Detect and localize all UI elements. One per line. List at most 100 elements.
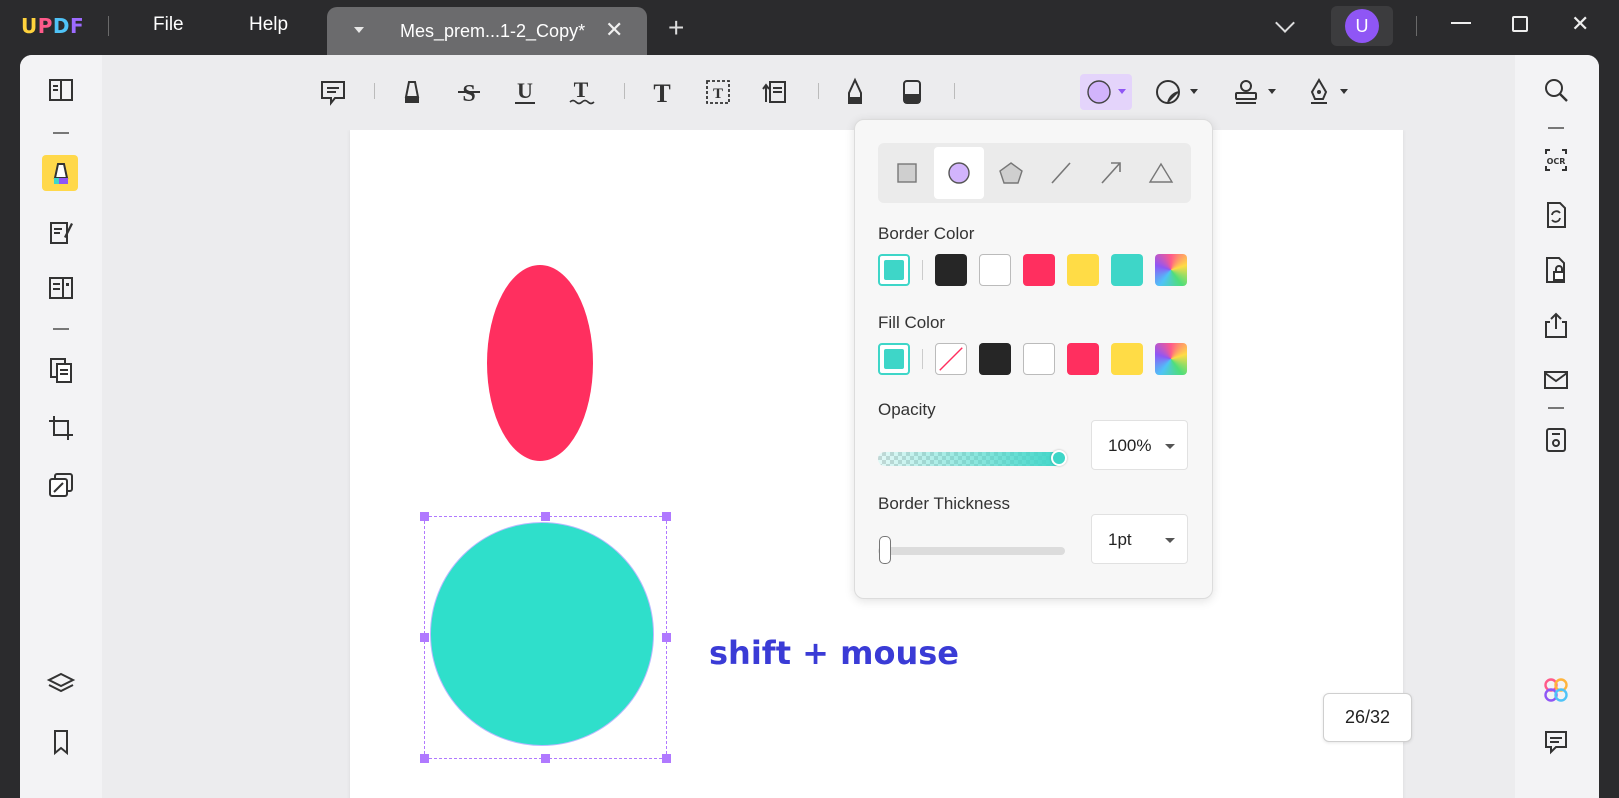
border-color-black[interactable]	[935, 254, 967, 286]
signature-icon[interactable]	[1302, 75, 1336, 109]
border-color-red[interactable]	[1023, 254, 1055, 286]
fill-color-custom[interactable]	[1155, 343, 1187, 375]
border-thickness-slider[interactable]	[878, 547, 1065, 555]
fill-color-black[interactable]	[979, 343, 1011, 375]
reader-icon[interactable]	[44, 73, 78, 107]
polygon-shape-option[interactable]	[986, 147, 1036, 199]
selection-box[interactable]	[424, 516, 667, 759]
line-shape-option[interactable]	[1036, 147, 1086, 199]
eraser-icon[interactable]	[895, 75, 929, 109]
menu-file[interactable]: File	[153, 14, 184, 36]
rectangle-icon	[897, 163, 917, 183]
form-icon[interactable]	[44, 271, 78, 305]
rail-divider	[1548, 127, 1564, 129]
fill-color-yellow[interactable]	[1111, 343, 1143, 375]
layers-icon[interactable]	[44, 667, 78, 701]
resize-handle[interactable]	[420, 754, 429, 763]
border-color-yellow[interactable]	[1067, 254, 1099, 286]
fill-color-white[interactable]	[1023, 343, 1055, 375]
edit-pdf-icon[interactable]	[44, 215, 78, 249]
sticker-dropdown-caret[interactable]	[1190, 89, 1198, 94]
pencil-icon[interactable]	[838, 75, 872, 109]
callout-icon[interactable]	[757, 75, 791, 109]
comment-mode-icon[interactable]	[42, 155, 78, 191]
bookmark-icon[interactable]	[44, 725, 78, 759]
fill-color-none[interactable]	[935, 343, 967, 375]
strikethrough-icon[interactable]: S	[452, 75, 486, 109]
sticker-icon[interactable]	[1151, 75, 1185, 109]
border-color-white[interactable]	[979, 254, 1011, 286]
ellipse-shape-option[interactable]	[934, 147, 984, 199]
close-window-button[interactable]: ✕	[1571, 11, 1589, 37]
resize-handle[interactable]	[420, 633, 429, 642]
comments-panel-icon[interactable]	[1539, 725, 1573, 759]
toolbar-divider	[818, 83, 819, 99]
opacity-select[interactable]: 100%	[1091, 420, 1188, 470]
crop-icon[interactable]	[44, 411, 78, 445]
border-thickness-handle[interactable]	[879, 536, 891, 564]
border-thickness-select[interactable]: 1pt	[1091, 514, 1188, 564]
maximize-button[interactable]	[1512, 16, 1528, 32]
shape-type-picker	[878, 143, 1191, 203]
menu-help[interactable]: Help	[249, 14, 288, 36]
convert-icon[interactable]	[1539, 198, 1573, 232]
annotation-toolbar: S U T T T	[102, 55, 1515, 130]
chevron-down-icon[interactable]	[1275, 13, 1295, 33]
squiggly-icon[interactable]: T	[564, 75, 598, 109]
resize-handle[interactable]	[662, 633, 671, 642]
resize-handle[interactable]	[541, 512, 550, 521]
shape-icon[interactable]	[1082, 75, 1116, 109]
opacity-slider-handle[interactable]	[1051, 450, 1067, 466]
comment-icon[interactable]	[316, 75, 350, 109]
border-color-current[interactable]	[878, 254, 910, 286]
email-icon[interactable]	[1539, 363, 1573, 397]
highlight-icon[interactable]	[395, 75, 429, 109]
textbox-icon[interactable]: T	[701, 75, 735, 109]
text-icon[interactable]: T	[645, 75, 679, 109]
stamp-icon[interactable]	[1229, 75, 1263, 109]
svg-text:T: T	[713, 86, 723, 102]
opacity-slider[interactable]	[878, 452, 1063, 466]
resize-handle[interactable]	[662, 512, 671, 521]
caret-down-icon	[1165, 444, 1175, 449]
border-color-custom[interactable]	[1155, 254, 1187, 286]
protect-icon[interactable]	[1539, 253, 1573, 287]
stamp-dropdown-caret[interactable]	[1268, 89, 1276, 94]
document-tab[interactable]: Mes_prem...1-2_Copy* ✕	[327, 7, 647, 55]
ai-assistant-icon[interactable]	[1539, 673, 1573, 707]
toolbar-divider	[954, 83, 955, 99]
border-color-teal[interactable]	[1111, 254, 1143, 286]
rectangle-shape-option[interactable]	[882, 147, 932, 199]
updf-logo: UPDF	[21, 14, 85, 38]
ellipse-icon	[948, 162, 970, 184]
opacity-value: 100%	[1108, 436, 1152, 455]
save-icon[interactable]	[1539, 423, 1573, 457]
avatar: U	[1345, 9, 1379, 43]
tab-dropdown-icon[interactable]	[354, 27, 364, 33]
triangle-shape-option[interactable]	[1136, 147, 1186, 199]
underline-icon[interactable]: U	[508, 75, 542, 109]
tab-close-icon[interactable]: ✕	[605, 17, 623, 43]
signature-dropdown-caret[interactable]	[1340, 89, 1348, 94]
organize-pages-icon[interactable]	[44, 353, 78, 387]
fill-color-red[interactable]	[1067, 343, 1099, 375]
minimize-button[interactable]	[1451, 22, 1471, 24]
ocr-icon[interactable]: OCR	[1539, 143, 1573, 177]
no-fill-icon	[939, 347, 963, 371]
resize-handle[interactable]	[662, 754, 671, 763]
share-icon[interactable]	[1539, 308, 1573, 342]
arrow-shape-option[interactable]	[1086, 147, 1136, 199]
resize-handle[interactable]	[420, 512, 429, 521]
new-tab-button[interactable]: +	[668, 14, 684, 42]
account-button[interactable]: U	[1331, 6, 1393, 46]
annotation-text[interactable]: shift + mouse	[709, 634, 959, 672]
search-icon[interactable]	[1539, 73, 1573, 107]
svg-text:OCR: OCR	[1547, 157, 1566, 166]
fill-color-current[interactable]	[878, 343, 910, 375]
watermark-icon[interactable]	[44, 468, 78, 502]
resize-handle[interactable]	[541, 754, 550, 763]
red-ellipse-annotation[interactable]	[487, 265, 593, 461]
toolbar-divider	[374, 83, 375, 99]
page-indicator[interactable]: 26/32	[1323, 693, 1412, 742]
shape-dropdown-caret[interactable]	[1118, 89, 1126, 94]
